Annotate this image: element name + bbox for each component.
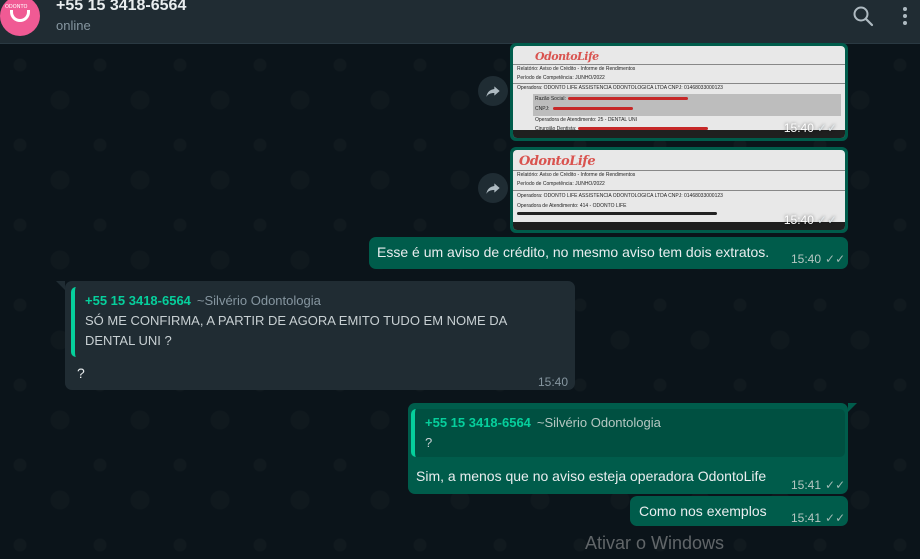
forward-button[interactable]	[478, 76, 508, 106]
document-line: Período de Competência: JUNHO/2022	[517, 75, 605, 81]
document-line: Operadora: ODONTO LIFE ASSISTENCIA ODONT…	[517, 85, 723, 91]
document-line: Período de Competência: JUNHO/2022	[517, 181, 605, 187]
message-bubble[interactable]: Esse é um aviso de crédito, no mesmo avi…	[369, 237, 848, 269]
message-bubble[interactable]: +55 15 3418-6564 ~Silvério Odontologia SÓ…	[65, 281, 575, 390]
document-line: Operadora de Atendimento: 414 - ODONTO L…	[517, 203, 627, 209]
bubble-tail	[848, 403, 857, 412]
document-line: Relatório: Aviso de Crédito - Informe de…	[517, 66, 636, 72]
message-text: Como nos exemplos	[639, 503, 767, 519]
message-bubble[interactable]: Como nos exemplos 15:41 ✓✓	[630, 496, 848, 526]
read-ticks-icon: ✓✓	[816, 121, 837, 135]
document-image[interactable]: OdontoLife Relatório: Aviso de Crédito -…	[513, 46, 845, 138]
document-line: CNPJ:	[535, 106, 550, 112]
quoted-message[interactable]: +55 15 3418-6564 ~Silvério Odontologia SÓ…	[71, 287, 569, 357]
windows-activation-watermark: Ativar o Windows	[585, 533, 725, 553]
bubble-tail	[56, 281, 65, 290]
quote-author-name: ~Silvério Odontologia	[536, 415, 661, 430]
menu-icon[interactable]	[893, 4, 917, 28]
chat-header: ODONTO +55 15 3418-6564 online	[0, 0, 920, 44]
contact-name[interactable]: +55 15 3418-6564	[56, 0, 186, 15]
read-ticks-icon: ✓✓	[825, 252, 846, 266]
document-image[interactable]: OdontoLife Relatório: Aviso de Crédito -…	[513, 150, 845, 230]
forward-icon	[486, 183, 500, 194]
message-time: 15:40 ✓✓	[791, 250, 845, 269]
message-time: 15:41 ✓✓	[791, 476, 845, 495]
message-time: 15:40 ✓✓	[783, 121, 837, 135]
quote-author-number: +55 15 3418-6564	[85, 293, 191, 308]
document-logo: OdontoLife	[519, 154, 596, 169]
image-message[interactable]: OdontoLife Relatório: Aviso de Crédito -…	[510, 43, 848, 141]
forward-icon	[486, 86, 500, 97]
document-line: Razão Social:	[535, 96, 566, 102]
search-icon[interactable]	[851, 4, 875, 28]
quoted-message[interactable]: +55 15 3418-6564 ~Silvério Odontologia ?	[411, 409, 845, 457]
message-text: Esse é um aviso de crédito, no mesmo avi…	[377, 244, 770, 260]
message-text: ?	[77, 365, 85, 381]
document-line: Relatório: Aviso de Crédito - Informe de…	[517, 172, 636, 178]
message-text: Sim, a menos que no aviso esteja operado…	[416, 468, 767, 484]
chat-area[interactable]: OdontoLife Relatório: Aviso de Crédito -…	[0, 43, 920, 559]
quote-text: ?	[425, 435, 433, 450]
forward-button[interactable]	[478, 173, 508, 203]
image-message[interactable]: OdontoLife Relatório: Aviso de Crédito -…	[510, 147, 848, 233]
document-line: Operadora: ODONTO LIFE ASSISTENCIA ODONT…	[517, 193, 723, 199]
avatar[interactable]: ODONTO	[0, 0, 40, 36]
message-time: 15:40 ✓✓	[783, 213, 837, 227]
smile-icon	[10, 10, 30, 22]
read-ticks-icon: ✓✓	[825, 511, 846, 525]
quote-text: SÓ ME CONFIRMA, A PARTIR DE AGORA EMITO …	[85, 313, 507, 348]
message-bubble[interactable]: +55 15 3418-6564 ~Silvério Odontologia ? …	[408, 403, 848, 494]
message-time: 15:41 ✓✓	[791, 509, 845, 528]
contact-status: online	[56, 18, 91, 33]
document-logo: OdontoLife	[535, 50, 599, 63]
message-time: 15:40	[538, 375, 569, 389]
read-ticks-icon: ✓✓	[816, 213, 837, 227]
read-ticks-icon: ✓✓	[825, 478, 846, 492]
quote-author-name: ~Silvério Odontologia	[196, 293, 321, 308]
quote-author-number: +55 15 3418-6564	[425, 415, 531, 430]
document-line: Operadora de Atendimento: 25 - DENTAL UN…	[535, 117, 637, 123]
